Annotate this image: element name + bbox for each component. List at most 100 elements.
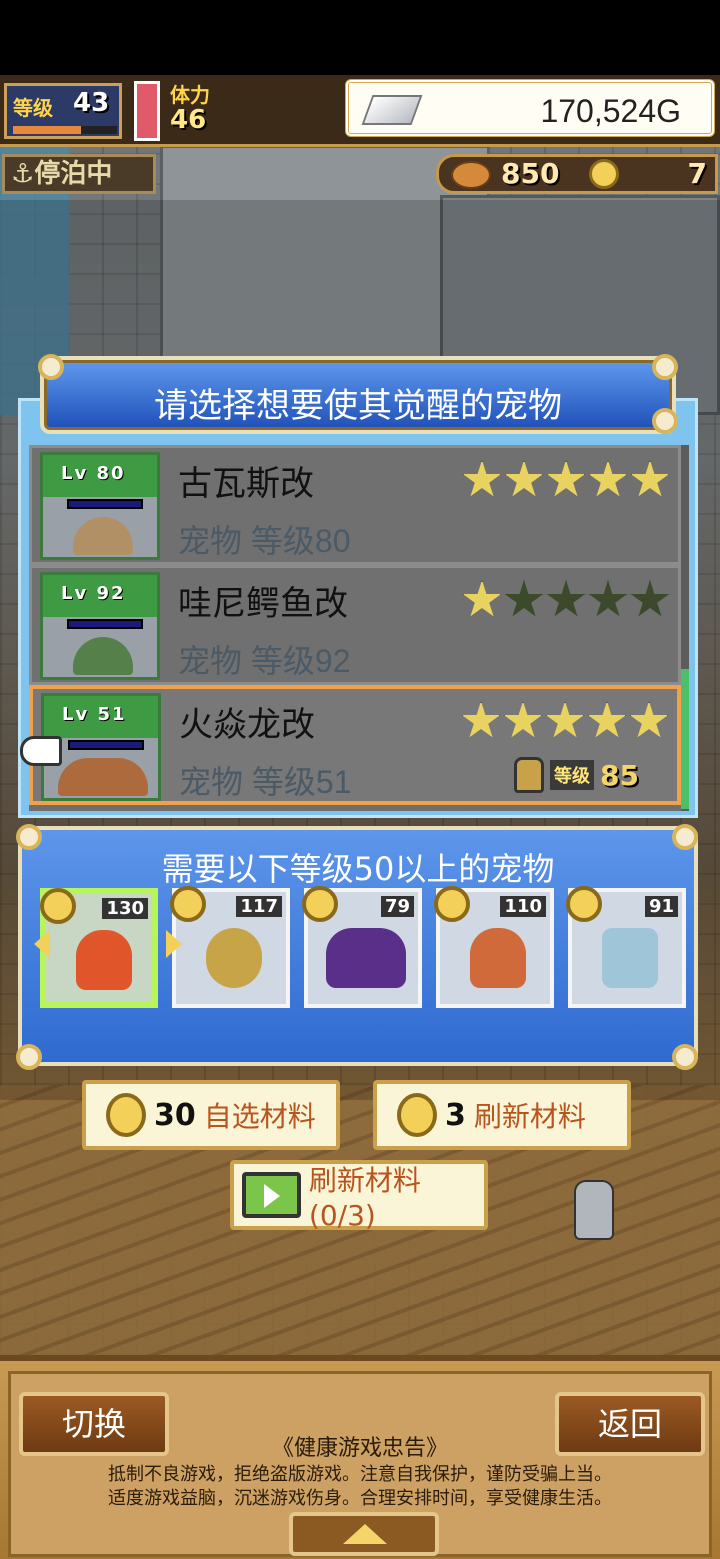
pet-exp-bar (67, 619, 143, 629)
resource-display[interactable]: 850 7 (436, 154, 718, 194)
pet-level-text: 宠物 等级92 (178, 643, 351, 679)
refresh-label: 刷新材料 (473, 1100, 586, 1133)
requirements-title: 需要以下等级50以上的宠物 (161, 850, 555, 888)
lock-level-label: 等级 (550, 760, 595, 790)
star-filled-icon (629, 701, 669, 738)
purple-ogre-icon (326, 928, 406, 988)
pet-row[interactable]: Lv 80 古瓦斯改 宠物 等级80 (29, 445, 681, 565)
ad-refresh-button[interactable]: 刷新材料(0/3) (230, 1160, 488, 1232)
pet-sprite (73, 637, 133, 675)
anchor-icon: ⚓ (11, 159, 35, 189)
select-cost: 30 (154, 1097, 196, 1133)
coin-icon (566, 886, 602, 922)
health-notice-line-2: 适度游戏益脑，沉迷游戏伤身。合理安排时间，享受健康生活。 (108, 1488, 612, 1509)
ornament-icon (652, 408, 678, 434)
star-empty-icon (630, 580, 670, 617)
star-filled-icon (462, 460, 502, 497)
bottom-panel: 切换 返回 《健康游戏忠告》 抵制不良游戏，拒绝盗版游戏。注意自我保护，谨防受骗… (8, 1371, 712, 1557)
resource-2-value: 7 (687, 157, 707, 190)
npc-character[interactable] (574, 1180, 614, 1240)
ornament-icon (672, 1044, 698, 1070)
arrow-left-icon (34, 930, 50, 958)
coin-icon (40, 888, 76, 924)
expand-menu-button[interactable] (289, 1512, 439, 1556)
anchor-status-badge[interactable]: ⚓停泊中 (2, 154, 156, 194)
material-slot-selected[interactable]: 130 (40, 888, 158, 1008)
ornament-icon (16, 824, 42, 850)
pet-name: 古瓦斯改 (178, 464, 314, 504)
refresh-material-button[interactable]: 3 刷新材料 (373, 1080, 631, 1150)
star-filled-icon (588, 460, 628, 497)
clam-icon (206, 928, 262, 988)
modal-title-banner: 请选择想要使其觉醒的宠物 (40, 356, 676, 434)
pet-star-rating (462, 460, 670, 500)
material-level: 130 (102, 898, 148, 919)
material-slot[interactable]: 117 (170, 886, 290, 1008)
star-filled-icon (546, 460, 586, 497)
pet-level-value: 80 (96, 463, 126, 484)
pet-list[interactable]: Lv 80 古瓦斯改 宠物 等级80 Lv 92 哇尼鳄鱼改 宠物 等级92 L… (29, 445, 689, 811)
material-slot[interactable]: 110 (434, 886, 554, 1008)
star-filled-icon (461, 701, 501, 738)
pet-level-value: 92 (96, 583, 126, 604)
coin-icon (302, 886, 338, 922)
pet-row[interactable]: Lv 92 哇尼鳄鱼改 宠物 等级92 (29, 565, 681, 685)
pet-level-value: 51 (97, 704, 127, 725)
stamina-label: 体力 (170, 83, 210, 107)
requirements-panel: 需要以下等级50以上的宠物 130 117 79 110 91 (18, 826, 698, 1066)
select-label: 自选材料 (203, 1100, 316, 1133)
ornament-icon (38, 354, 64, 380)
coin-icon (106, 1093, 146, 1137)
material-level: 91 (644, 896, 678, 917)
pet-level-tag: Lv 51 (62, 704, 127, 725)
pet-level-tag: Lv 80 (61, 463, 126, 484)
lock-level-value: 85 (600, 758, 639, 792)
status-bar (0, 0, 720, 75)
star-filled-icon (545, 701, 585, 738)
scrollbar-thumb[interactable] (681, 669, 689, 809)
scrollbar[interactable] (681, 445, 689, 811)
star-filled-icon (630, 460, 670, 497)
material-slot[interactable]: 79 (302, 886, 422, 1008)
awaken-lock-badge: 等级 85 (514, 757, 639, 793)
lock-icon (514, 757, 545, 793)
level-progress-fill (13, 126, 81, 134)
pet-name: 哇尼鳄鱼改 (178, 584, 348, 624)
level-value: 43 (73, 88, 110, 118)
health-notice-title: 《健康游戏忠告》 (271, 1436, 448, 1461)
select-material-button[interactable]: 30 自选材料 (82, 1080, 340, 1150)
pet-sprite (58, 758, 148, 796)
video-ad-icon (242, 1172, 301, 1218)
pet-sprite (73, 517, 133, 555)
pet-row-selected[interactable]: Lv 51 火焱龙改 宠物 等级51 等级 85 (29, 685, 681, 805)
arrow-right-icon (166, 930, 182, 958)
octopus-icon (470, 928, 526, 988)
secondary-hud: ⚓停泊中 850 7 (0, 150, 720, 198)
ornament-icon (16, 1044, 42, 1070)
pet-star-rating (461, 701, 669, 741)
resource-1-value: 850 (501, 157, 560, 190)
material-level: 110 (500, 896, 546, 917)
stamina-value: 46 (170, 105, 207, 135)
pet-level-label: Lv (61, 463, 89, 484)
pet-level-label: Lv (62, 704, 90, 725)
chevron-up-icon (343, 1524, 387, 1544)
pet-level-tag: Lv 92 (61, 583, 126, 604)
gold-display[interactable]: 170,524G (345, 79, 715, 137)
material-slot[interactable]: 91 (566, 886, 686, 1008)
top-hud: 等级 43 体力 46 170,524G (0, 75, 720, 147)
star-filled-icon (587, 701, 627, 738)
food-icon (451, 161, 491, 189)
ornament-icon (672, 824, 698, 850)
bottom-bar: 切换 返回 《健康游戏忠告》 抵制不良游戏，拒绝盗版游戏。注意自我保护，谨防受骗… (0, 1355, 720, 1559)
star-filled-icon (504, 460, 544, 497)
pet-name: 火焱龙改 (179, 705, 315, 745)
pet-star-rating (462, 580, 670, 620)
ad-refresh-label: 刷新材料(0/3) (308, 1163, 421, 1232)
pet-list-panel: Lv 80 古瓦斯改 宠物 等级80 Lv 92 哇尼鳄鱼改 宠物 等级92 L… (18, 398, 698, 818)
pet-exp-bar (68, 740, 144, 750)
gold-value: 170,524G (540, 93, 681, 129)
stamina-gauge (134, 81, 160, 141)
player-level-box: 等级 43 (4, 83, 122, 139)
silver-bar-icon (361, 95, 423, 125)
